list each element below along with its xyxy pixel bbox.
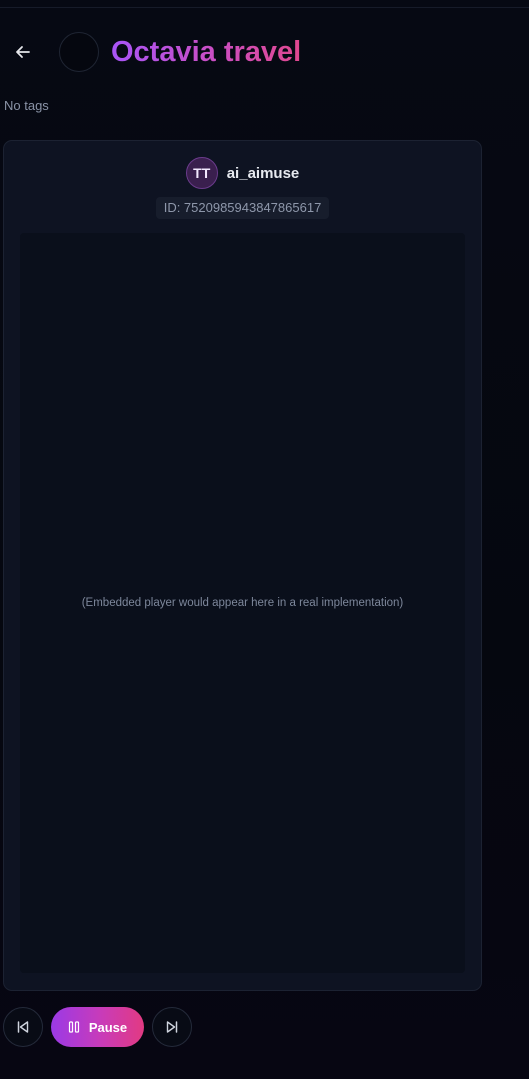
next-button[interactable] [152,1007,192,1047]
playback-controls: Pause [3,1007,303,1047]
channel-avatar [59,32,99,72]
back-button[interactable] [9,38,37,66]
video-player[interactable]: (Embedded player would appear here in a … [20,233,465,973]
header: Octavia travel [0,30,529,74]
page-title: Octavia travel [111,36,302,68]
tags-label: No tags [4,98,49,113]
page: Octavia travel No tags TT ai_aimuse ID: … [0,0,529,1079]
video-card: TT ai_aimuse ID: 7520985943847865617 (Em… [3,140,482,991]
video-id-badge: ID: 7520985943847865617 [155,197,330,219]
username[interactable]: ai_aimuse [227,165,300,182]
user-row: TT ai_aimuse [4,157,481,189]
arrow-left-icon [16,46,30,58]
player-placeholder-text: (Embedded player would appear here in a … [81,597,404,609]
previous-button[interactable] [3,1007,43,1047]
top-divider [0,7,529,8]
pause-icon [68,1021,80,1033]
id-row: ID: 7520985943847865617 [4,197,481,219]
pause-button[interactable]: Pause [51,1007,144,1047]
avatar[interactable]: TT [185,157,218,189]
skip-back-icon [17,1021,29,1033]
skip-forward-icon [166,1021,178,1033]
pause-label: Pause [88,1019,128,1035]
